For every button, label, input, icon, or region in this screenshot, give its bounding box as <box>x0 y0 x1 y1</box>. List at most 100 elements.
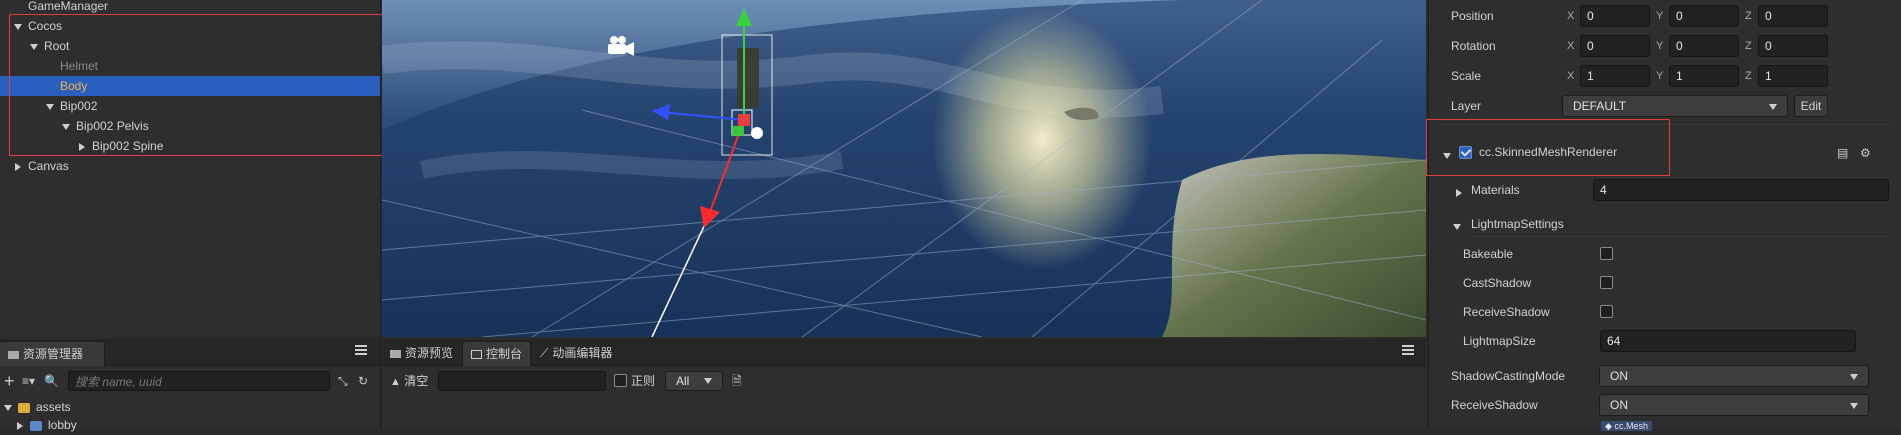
scale-x-input[interactable]: 1 <box>1580 65 1650 87</box>
hierarchy-node[interactable]: Bip002 Spine <box>0 136 380 156</box>
hierarchy-node-label: Body <box>60 79 88 93</box>
expand-arrow-icon[interactable] <box>46 103 54 110</box>
scene-canvas[interactable] <box>382 0 1426 337</box>
console-icon <box>471 350 482 360</box>
console-header: 资源预览 控制台 ⟋ 动画编辑器 <box>382 339 1426 366</box>
collapse-icon[interactable]: ⤡ <box>338 371 352 391</box>
landmass <box>1162 154 1426 337</box>
tab-asset-preview[interactable]: 资源预览 <box>382 341 461 365</box>
menu-icon[interactable] <box>1402 345 1414 347</box>
gear-icon[interactable]: ⚙ <box>1860 143 1871 163</box>
console-filter-input[interactable] <box>438 371 606 391</box>
lightmap-collapse-arrow-icon[interactable] <box>1453 219 1467 233</box>
tab-console[interactable]: 控制台 <box>462 341 532 366</box>
mesh-icon: ◆ <box>1605 421 1612 431</box>
divider <box>1439 124 1892 125</box>
tab-assets[interactable]: 资源管理器 <box>0 341 105 366</box>
database-icon <box>18 402 30 413</box>
cast-shadow-checkbox[interactable] <box>1600 276 1613 289</box>
light-gizmo-icon[interactable] <box>751 127 763 139</box>
hierarchy-node[interactable]: Root <box>0 36 380 56</box>
open-log-file-icon[interactable]: 🗎 <box>732 371 742 391</box>
menu-icon[interactable] <box>355 345 367 347</box>
lightmap-settings-label: LightmapSettings <box>1471 217 1564 231</box>
expand-arrow-icon[interactable] <box>14 23 22 30</box>
component-name: cc.SkinnedMeshRenderer <box>1479 145 1618 159</box>
help-book-icon[interactable]: ▤ <box>1837 143 1848 163</box>
shadow-casting-mode-label: ShadowCastingMode <box>1451 369 1566 383</box>
position-x-input[interactable]: 0 <box>1580 5 1650 27</box>
axis-x-label: X <box>1567 10 1575 22</box>
layer-edit-button[interactable]: Edit <box>1794 95 1828 117</box>
sort-icon[interactable]: ≡▾ <box>22 371 40 391</box>
asset-item-assets[interactable]: assets <box>0 397 384 417</box>
regex-label: 正则 <box>631 374 656 388</box>
add-icon[interactable]: + <box>4 371 18 391</box>
assets-search-input[interactable]: 搜索 name, uuid <box>68 371 330 391</box>
scene-view[interactable] <box>382 0 1426 337</box>
hierarchy-node-label: Canvas <box>28 159 69 173</box>
hierarchy-node[interactable]: GameManager <box>0 0 380 16</box>
hierarchy-node[interactable]: Helmet <box>0 56 380 76</box>
hierarchy-node[interactable]: Canvas <box>0 156 380 176</box>
bakeable-label: Bakeable <box>1463 247 1514 261</box>
materials-expand-arrow-icon[interactable] <box>1455 185 1469 199</box>
tab-animation-editor[interactable]: ⟋ 动画编辑器 <box>532 341 620 365</box>
hierarchy-node[interactable]: Body <box>0 76 380 96</box>
hierarchy-node[interactable]: Cocos <box>0 16 380 36</box>
expand-arrow-icon[interactable] <box>15 162 21 171</box>
axis-y-label: Y <box>1656 40 1664 52</box>
hierarchy-node-label: Root <box>44 39 70 53</box>
hierarchy-node-label: GameManager <box>28 0 109 13</box>
position-y-input[interactable]: 0 <box>1669 5 1739 27</box>
hierarchy-node-label: Bip002 Pelvis <box>76 119 149 133</box>
regex-checkbox[interactable] <box>614 374 627 387</box>
expand-arrow-icon[interactable] <box>4 404 12 411</box>
receive-shadow-label: ReceiveShadow <box>1451 398 1538 412</box>
clear-button[interactable]: ▲ 清空 <box>390 371 428 391</box>
shadow-casting-mode-select[interactable]: ON <box>1599 365 1869 387</box>
component-enabled-checkbox[interactable] <box>1459 146 1472 159</box>
rotation-label: Rotation <box>1451 39 1496 53</box>
expand-arrow-icon[interactable] <box>62 123 70 130</box>
bakeable-checkbox[interactable] <box>1600 247 1613 260</box>
inspector-panel: Position X 0 Y 0 Z 0 Rotation X 0 Y 0 Z … <box>1428 0 1901 431</box>
brush-icon: ▲ <box>390 376 401 388</box>
console-panel: 资源预览 控制台 ⟋ 动画编辑器 ▲ 清空 正则 All 🗎 <box>382 339 1426 429</box>
refresh-icon[interactable]: ↻ <box>358 371 372 391</box>
layer-select[interactable]: DEFAULT <box>1562 95 1788 117</box>
log-level-select[interactable]: All <box>665 371 723 391</box>
lightmap-size-label: LightmapSize <box>1463 334 1536 348</box>
scale-z-input[interactable]: 1 <box>1758 65 1828 87</box>
hierarchy-node-label: Cocos <box>28 19 63 33</box>
expand-arrow-icon[interactable] <box>79 142 85 151</box>
scale-y-input[interactable]: 1 <box>1669 65 1739 87</box>
rotation-z-input[interactable]: 0 <box>1758 35 1828 57</box>
component-collapse-arrow-icon[interactable] <box>1443 148 1457 162</box>
folder-icon <box>30 420 42 431</box>
receive-shadow-lightmap-label: ReceiveShadow <box>1463 305 1550 319</box>
axis-x-label: X <box>1567 40 1575 52</box>
asset-item-lobby[interactable]: lobby <box>0 415 396 435</box>
hierarchy-node-label: Helmet <box>60 59 99 73</box>
rotation-y-input[interactable]: 0 <box>1669 35 1739 57</box>
search-filter-icon[interactable]: 🔍 <box>44 371 62 391</box>
position-z-input[interactable]: 0 <box>1758 5 1828 27</box>
lightmap-size-input[interactable]: 64 <box>1600 330 1856 352</box>
rotation-x-input[interactable]: 0 <box>1580 35 1650 57</box>
layer-label: Layer <box>1451 99 1482 113</box>
hierarchy-node[interactable]: Bip002 Pelvis <box>0 116 380 136</box>
axis-z-label: Z <box>1745 40 1752 52</box>
receive-shadow-lightmap-checkbox[interactable] <box>1600 305 1613 318</box>
assets-header: 资源管理器 <box>0 339 380 366</box>
receive-shadow-select[interactable]: ON <box>1599 394 1869 416</box>
hierarchy-node[interactable]: Bip002 <box>0 96 380 116</box>
scale-label: Scale <box>1451 69 1482 83</box>
sun-glow <box>932 10 1152 270</box>
cast-shadow-label: CastShadow <box>1463 276 1532 290</box>
assets-panel: 资源管理器 + ≡▾ 🔍 搜索 name, uuid ⤡ ↻ assets lo… <box>0 339 384 432</box>
materials-count-input[interactable]: 4 <box>1593 179 1889 201</box>
hierarchy-node-label: Bip002 Spine <box>92 139 164 153</box>
mesh-badge: ◆ cc.Mesh <box>1601 421 1652 431</box>
expand-arrow-icon[interactable] <box>30 43 38 50</box>
